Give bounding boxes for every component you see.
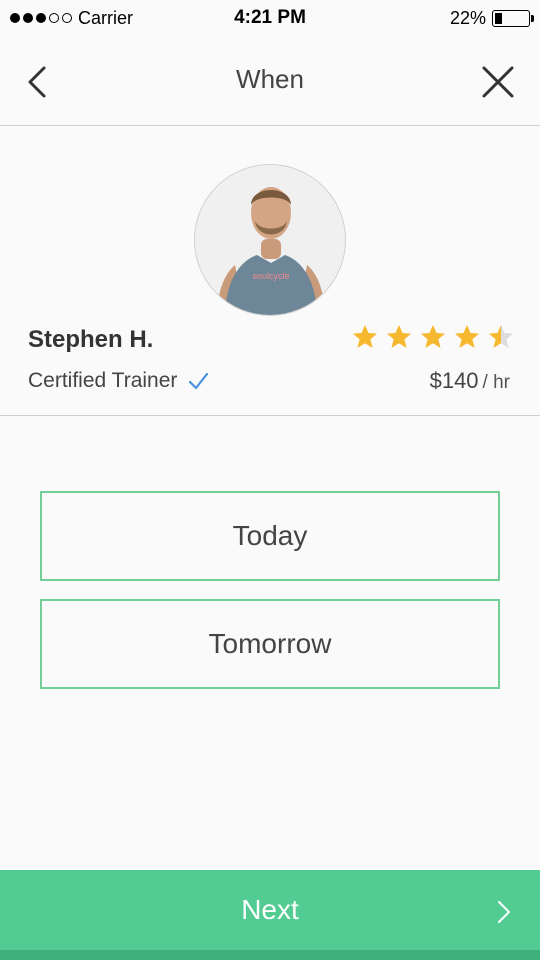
chevron-right-icon <box>498 901 510 923</box>
next-label: Next <box>241 894 299 925</box>
star-full-icon <box>387 325 411 348</box>
trainer-photo: soulcycle <box>195 165 345 315</box>
bottom-strip <box>0 950 540 960</box>
status-time: 4:21 PM <box>234 7 306 28</box>
signal-dot <box>49 13 59 23</box>
star-full-icon <box>455 325 479 348</box>
trainer-name: Stephen H. <box>28 326 154 353</box>
page-title: When <box>236 64 304 94</box>
status-right: 22% <box>449 7 534 29</box>
rating-stars <box>352 324 514 350</box>
tomorrow-option-button[interactable]: Tomorrow <box>40 599 500 689</box>
battery-fill <box>495 12 503 24</box>
star-half-icon <box>489 325 513 348</box>
signal-dot <box>10 13 20 23</box>
checkmark-icon <box>189 372 209 390</box>
today-option-button[interactable]: Today <box>40 491 500 581</box>
battery-icon <box>492 9 534 27</box>
screen: Carrier 4:21 PM 22% When soulcycle Steph… <box>0 0 540 960</box>
carrier-label: Carrier <box>78 7 134 28</box>
price-amount: $140 <box>429 368 479 393</box>
trainer-certification: Certified Trainer <box>28 369 209 393</box>
close-button[interactable] <box>478 62 518 102</box>
signal-dot <box>36 13 46 23</box>
price: $140/ hr <box>430 368 510 394</box>
shirt-logo-text: soulcycle <box>252 271 289 281</box>
trainer-card: soulcycle Stephen H. Certified Trainer $… <box>0 126 540 416</box>
battery-percent: 22% <box>449 7 486 28</box>
star-full-icon <box>421 325 445 348</box>
nav-bar: When <box>0 36 540 126</box>
signal-dot <box>23 13 33 23</box>
star-full-icon <box>353 325 377 348</box>
signal-dot <box>62 13 72 23</box>
price-unit: / hr <box>482 372 510 393</box>
certification-label: Certified Trainer <box>28 369 178 392</box>
avatar: soulcycle <box>194 164 346 316</box>
close-icon <box>482 66 514 98</box>
status-bar: Carrier 4:21 PM 22% <box>0 0 540 36</box>
next-button[interactable]: Next <box>0 870 540 950</box>
signal-icon <box>10 13 72 23</box>
status-left: Carrier <box>10 8 180 29</box>
